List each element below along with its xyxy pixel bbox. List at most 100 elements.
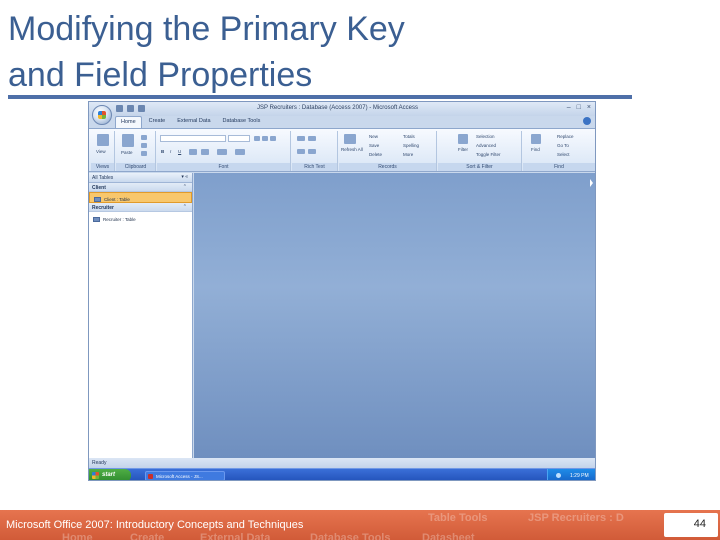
goto-button[interactable]: Go To: [557, 143, 569, 148]
filter-icon[interactable]: [458, 134, 468, 144]
totals-button[interactable]: Totals: [403, 134, 415, 139]
bold-button[interactable]: B: [161, 149, 164, 154]
navigation-pane: All Tables ▾ « Client ⌃ Client : Table R…: [89, 173, 193, 458]
font-name-combo[interactable]: [160, 135, 226, 142]
nav-item-recruiter-table[interactable]: Recruiter : Table: [89, 212, 192, 223]
ribbon-tabs: Home Create External Data Database Tools: [115, 116, 265, 128]
find-button[interactable]: Find: [531, 147, 540, 152]
align-center-icon[interactable]: [262, 136, 268, 141]
nav-item-client-table[interactable]: Client : Table: [89, 192, 192, 203]
gridlines-icon[interactable]: [217, 149, 227, 155]
copy-icon[interactable]: [141, 143, 147, 148]
align-right-icon[interactable]: [270, 136, 276, 141]
window-title: JSP Recruiters : Database (Access 2007) …: [257, 105, 418, 111]
close-button[interactable]: ×: [587, 104, 591, 111]
format-painter-icon[interactable]: [141, 151, 147, 156]
clipboard-group: Paste Clipboard: [116, 131, 156, 171]
nav-pane-menu-icon[interactable]: ▾ «: [181, 174, 188, 180]
windows-logo-icon: [92, 472, 99, 479]
clipboard-group-label: Clipboard: [116, 163, 155, 171]
tab-database-tools[interactable]: Database Tools: [218, 116, 266, 128]
office-button[interactable]: [92, 105, 112, 125]
filter-button[interactable]: Filter: [458, 147, 468, 152]
indent-icon[interactable]: [297, 149, 305, 154]
advanced-button[interactable]: Advanced: [476, 143, 496, 148]
window-controls: – □ ×: [567, 104, 591, 111]
rich-text-group: Rich Text: [292, 131, 338, 171]
sort-filter-group-label: Sort & Filter: [438, 163, 521, 171]
rich-text-group-label: Rich Text: [292, 163, 337, 171]
views-group: View Views: [91, 131, 115, 171]
taskbar-item-access[interactable]: Microsoft Access - JS...: [145, 471, 225, 480]
bullets-icon[interactable]: [297, 136, 305, 141]
redo-icon[interactable]: [138, 105, 145, 112]
table-icon: [94, 196, 101, 202]
chevron-up-icon[interactable]: ⌃: [183, 204, 187, 210]
alternate-fill-icon[interactable]: [235, 149, 245, 155]
nav-group-label: Client: [92, 185, 106, 191]
delete-record-button[interactable]: Delete: [369, 152, 382, 157]
find-icon[interactable]: [531, 134, 541, 144]
tray-icon[interactable]: [556, 473, 561, 478]
align-left-icon[interactable]: [254, 136, 260, 141]
italic-button[interactable]: I: [170, 149, 171, 154]
status-bar: Ready: [89, 458, 595, 468]
fill-color-icon[interactable]: [201, 149, 209, 155]
footer-ghost-text: Home: [62, 532, 93, 540]
view-icon[interactable]: [97, 134, 109, 146]
slide-title-line1: Modifying the Primary Key: [8, 10, 405, 48]
footer-course-title: Microsoft Office 2007: Introductory Conc…: [6, 519, 304, 531]
mouse-pointer-icon: [590, 179, 593, 187]
clock: 1:29 PM: [570, 473, 589, 479]
save-record-button[interactable]: Save: [369, 143, 379, 148]
slide-title-line2: and Field Properties: [8, 56, 313, 94]
help-icon[interactable]: [583, 117, 591, 125]
title-divider: [8, 95, 632, 99]
numbering-icon[interactable]: [308, 136, 316, 141]
underline-button[interactable]: U: [178, 149, 181, 154]
selection-button[interactable]: Selection: [476, 134, 495, 139]
tab-create[interactable]: Create: [144, 116, 171, 128]
tab-external-data[interactable]: External Data: [172, 116, 215, 128]
toggle-filter-button[interactable]: Toggle Filter: [476, 152, 501, 157]
cut-icon[interactable]: [141, 135, 147, 140]
more-button[interactable]: More: [403, 152, 413, 157]
spelling-button[interactable]: Spelling: [403, 143, 419, 148]
nav-group-recruiter[interactable]: Recruiter ⌃: [89, 203, 192, 212]
nav-group-client[interactable]: Client ⌃: [89, 183, 192, 192]
font-size-combo[interactable]: [228, 135, 250, 142]
chevron-up-icon[interactable]: ⌃: [183, 184, 187, 190]
find-group-label: Find: [523, 163, 595, 171]
outdent-icon[interactable]: [308, 149, 316, 154]
new-record-button[interactable]: New: [369, 134, 378, 139]
save-icon[interactable]: [116, 105, 123, 112]
quick-access-toolbar: [116, 105, 145, 112]
select-button[interactable]: Select: [557, 152, 570, 157]
nav-pane-header[interactable]: All Tables ▾ «: [89, 173, 192, 183]
refresh-icon[interactable]: [344, 134, 356, 144]
slide-title: Modifying the Primary Key and Field Prop…: [8, 6, 628, 98]
footer-ghost-text: Create: [130, 532, 165, 540]
records-group: Refresh All New Save Delete Totals Spell…: [339, 131, 437, 171]
find-group: Find Replace Go To Select Find: [523, 131, 595, 171]
views-group-label: Views: [91, 163, 114, 171]
page-number-box: 44: [664, 513, 718, 537]
view-button[interactable]: View: [96, 149, 106, 154]
minimize-button[interactable]: –: [567, 104, 571, 111]
slide-footer: Table Tools JSP Recruiters : D Home Crea…: [0, 510, 720, 540]
footer-ghost-text: External Data: [200, 532, 271, 540]
refresh-all-button[interactable]: Refresh All: [341, 147, 363, 152]
status-text: Ready: [92, 460, 107, 466]
start-button[interactable]: start: [89, 469, 131, 480]
tab-home[interactable]: Home: [115, 116, 142, 128]
access-window: JSP Recruiters : Database (Access 2007) …: [88, 101, 596, 481]
undo-icon[interactable]: [127, 105, 134, 112]
paste-button[interactable]: Paste: [121, 150, 133, 155]
font-color-icon[interactable]: [189, 149, 197, 155]
paste-icon[interactable]: [122, 134, 134, 147]
nav-pane-header-label: All Tables: [92, 175, 114, 181]
replace-button[interactable]: Replace: [557, 134, 574, 139]
maximize-button[interactable]: □: [577, 104, 581, 111]
footer-ghost-text: Table Tools: [428, 512, 488, 524]
page-number: 44: [693, 518, 706, 530]
